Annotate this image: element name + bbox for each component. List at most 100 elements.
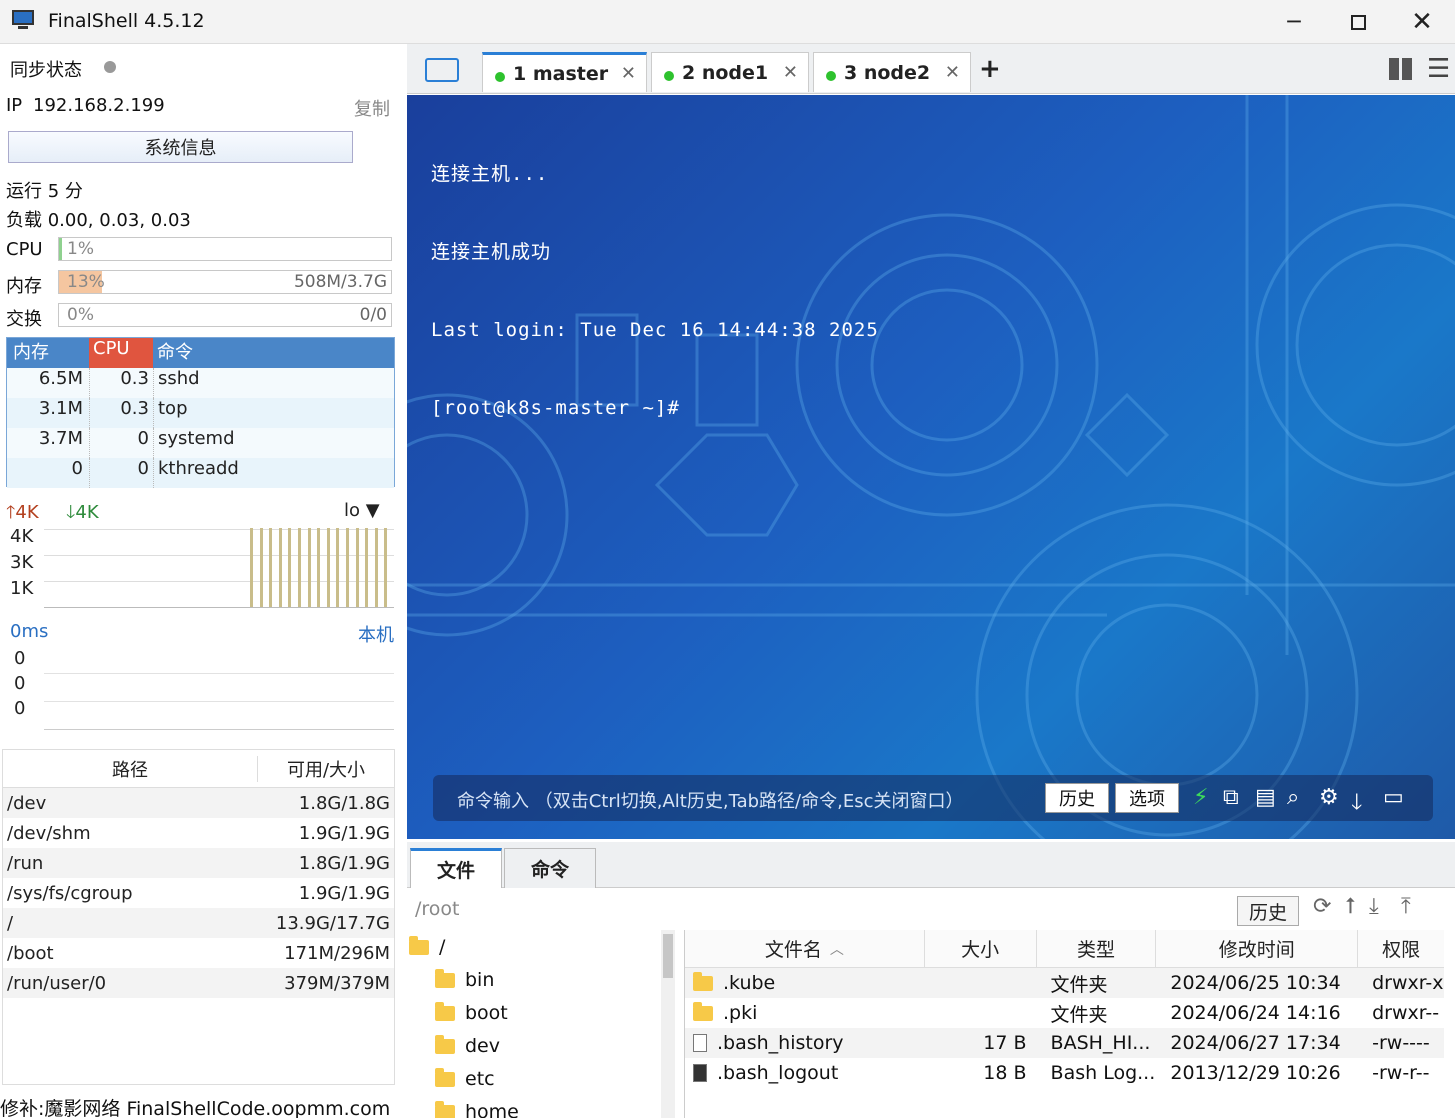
options-button[interactable]: 选项 <box>1115 783 1179 813</box>
col-command[interactable]: 命令 <box>153 338 394 368</box>
cpu-bar: 1% <box>58 237 392 261</box>
file-name-cell: .bash_logout <box>685 1062 925 1084</box>
net-tick: 4K <box>10 526 34 547</box>
terminal[interactable]: 连接主机... 连接主机成功 Last login: Tue Dec 16 14… <box>407 95 1455 839</box>
proc-cpu: 0.3 <box>89 368 153 398</box>
paste-icon[interactable]: ▤ <box>1255 785 1276 810</box>
history-button[interactable]: 历史 <box>1045 783 1109 813</box>
tree-label: boot <box>465 1002 508 1024</box>
file-perm: -rw-r-- <box>1372 1062 1430 1084</box>
col-size[interactable]: 可用/大小 <box>258 756 394 782</box>
title-bar: FinalShell 4.5.12 ─ ✕ <box>0 0 1455 44</box>
minimize-button[interactable]: ─ <box>1262 0 1326 44</box>
table-row[interactable]: /sys/fs/cgroup 1.9G/1.9G <box>3 878 394 908</box>
lightning-icon[interactable]: ⚡ <box>1193 785 1208 810</box>
tree-scrollbar[interactable] <box>661 930 675 1118</box>
terminal-line: Last login: Tue Dec 16 14:44:38 2025 <box>431 319 879 341</box>
file-row[interactable]: .kube 文件夹 2024/06/25 10:34 drwxr-x <box>685 968 1444 998</box>
gear-icon[interactable]: ⚙ <box>1319 785 1339 810</box>
file-type: 文件夹 <box>1050 1003 1108 1026</box>
parent-dir-icon[interactable]: ⭡ <box>1345 894 1355 919</box>
command-input[interactable]: 命令输入 （双击Ctrl切换,Alt历史,Tab路径/命令,Esc关闭窗口） <box>457 787 963 813</box>
grid-view-icon[interactable] <box>1389 58 1413 80</box>
close-icon[interactable]: ✕ <box>783 62 798 83</box>
tab-files[interactable]: 文件 <box>410 848 502 888</box>
process-table: 内存 CPU 命令 6.5M 0.3 sshd 3.1M 0.3 top 3.7M 0 sy… <box>6 337 395 488</box>
table-row[interactable]: 0 0 kthreadd <box>7 458 394 488</box>
add-tab-icon[interactable]: + <box>979 54 1001 84</box>
folder-open-icon[interactable] <box>425 58 459 82</box>
col-type[interactable]: 类型 <box>1037 930 1157 967</box>
upload-file-icon[interactable]: ⤒ <box>1401 894 1411 919</box>
refresh-icon[interactable]: ⟳ <box>1313 894 1331 919</box>
table-row[interactable]: 3.1M 0.3 top <box>7 398 394 428</box>
file-name-cell: .kube <box>685 971 925 994</box>
close-button[interactable]: ✕ <box>1390 0 1454 44</box>
disk-size: 171M/296M <box>284 942 390 964</box>
mem-amount: 508M/3.7G <box>293 272 387 292</box>
folder-icon <box>409 935 429 955</box>
close-icon[interactable]: ✕ <box>945 62 960 83</box>
tab-commands[interactable]: 命令 <box>504 848 596 888</box>
table-row[interactable]: /dev/shm 1.9G/1.9G <box>3 818 394 848</box>
disk-size: 1.8G/1.9G <box>298 852 390 874</box>
system-info-button[interactable]: 系统信息 <box>8 131 353 163</box>
tree-item[interactable]: etc <box>435 1067 495 1090</box>
proc-cmd: systemd <box>153 428 394 458</box>
tree-item[interactable]: / <box>409 935 446 958</box>
path-history-button[interactable]: 历史 <box>1237 896 1299 926</box>
copy-ip-link[interactable]: 复制 <box>354 95 390 121</box>
col-path[interactable]: 路径 <box>3 755 258 782</box>
file-size: 17 B <box>983 1032 1027 1054</box>
disk-size: 1.9G/1.9G <box>298 882 390 904</box>
window-icon[interactable]: ▭ <box>1383 785 1404 810</box>
tree-item[interactable]: dev <box>435 1034 500 1057</box>
table-row[interactable]: /boot 171M/296M <box>3 938 394 968</box>
col-filename[interactable]: 文件名 ︿ <box>685 930 925 967</box>
tree-item[interactable]: boot <box>435 1001 508 1024</box>
ping-target[interactable]: 本机 <box>358 621 394 647</box>
table-row[interactable]: 6.5M 0.3 sshd <box>7 368 394 398</box>
table-row[interactable]: 3.7M 0 systemd <box>7 428 394 458</box>
maximize-button[interactable] <box>1326 0 1390 44</box>
download-icon[interactable]: 🡓 <box>1351 785 1362 823</box>
download-file-icon[interactable]: ⤓ <box>1369 894 1379 919</box>
tab-node2[interactable]: 3 node2 ✕ <box>813 52 971 92</box>
copy-icon[interactable]: ⧉ <box>1223 785 1239 810</box>
col-mtime[interactable]: 修改时间 <box>1156 930 1359 967</box>
file-row[interactable]: .bash_history 17 B BASH_HI... 2024/06/27 17… <box>685 1028 1444 1058</box>
net-traffic-bar <box>355 528 359 607</box>
status-dot-icon <box>826 70 836 81</box>
path-input[interactable]: /root <box>415 898 460 920</box>
disk-size: 1.8G/1.8G <box>298 792 390 814</box>
col-cpu[interactable]: CPU <box>89 338 153 368</box>
tree-item[interactable]: bin <box>435 968 494 991</box>
tab-master[interactable]: 1 master ✕ <box>482 52 647 92</box>
net-interface-select[interactable]: lo ▼ <box>344 500 380 521</box>
file-row[interactable]: .pki 文件夹 2024/06/24 14:16 drwxr-- <box>685 998 1444 1028</box>
menu-icon[interactable]: ☰ <box>1427 54 1450 84</box>
tab-node1[interactable]: 2 node1 ✕ <box>651 52 809 92</box>
tree-label: / <box>439 936 446 958</box>
folder-icon <box>435 1067 455 1087</box>
net-axis: 4K 3K 1K <box>10 524 33 602</box>
disk-size: 1.9G/1.9G <box>298 822 390 844</box>
net-up-value: 4K <box>15 502 39 523</box>
net-traffic-bar <box>269 528 273 607</box>
ping-graph <box>44 650 394 730</box>
col-perm[interactable]: 权限 <box>1358 930 1444 967</box>
command-input-bar[interactable]: 命令输入 （双击Ctrl切换,Alt历史,Tab路径/命令,Esc关闭窗口） 历… <box>433 775 1433 821</box>
col-mem[interactable]: 内存 <box>7 338 89 368</box>
file-row[interactable]: .bash_logout 18 B Bash Log... 2013/12/29 10… <box>685 1058 1444 1088</box>
search-icon[interactable]: ⌕ <box>1287 785 1299 810</box>
cpu-bar-fill <box>59 238 63 260</box>
table-row[interactable]: / 13.9G/17.7G <box>3 908 394 938</box>
col-size[interactable]: 大小 <box>925 930 1037 967</box>
proc-mem: 3.1M <box>38 398 83 419</box>
table-row[interactable]: /dev 1.8G/1.8G <box>3 788 394 818</box>
table-row[interactable]: /run/user/0 379M/379M <box>3 968 394 998</box>
file-name-cell: .bash_history <box>685 1032 925 1054</box>
tree-item[interactable]: home <box>435 1100 519 1118</box>
close-icon[interactable]: ✕ <box>621 63 636 84</box>
table-row[interactable]: /run 1.8G/1.9G <box>3 848 394 878</box>
